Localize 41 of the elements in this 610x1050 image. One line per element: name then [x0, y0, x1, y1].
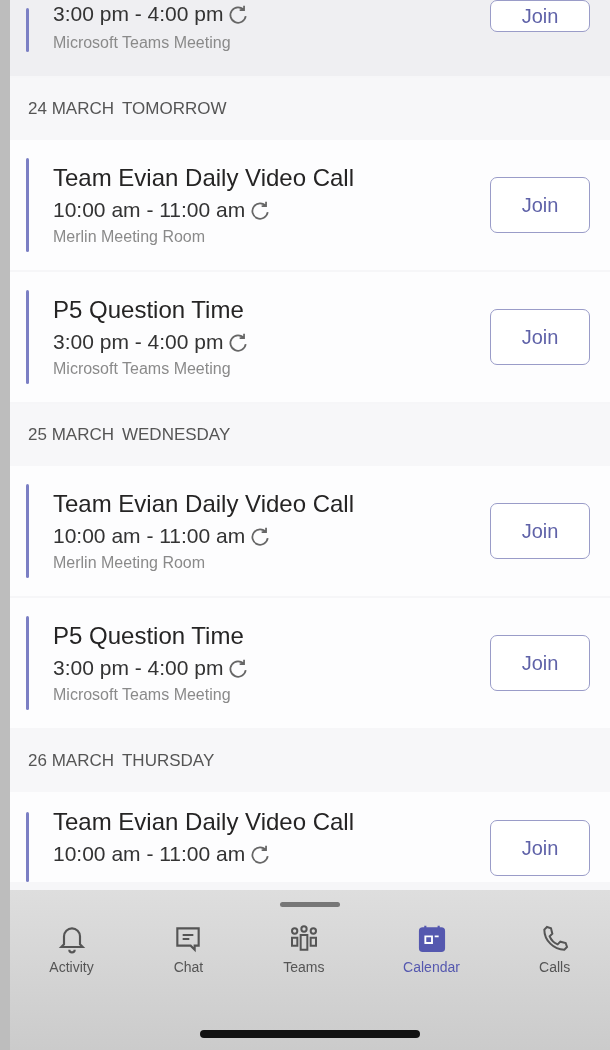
date-header: 25 MARCH — [28, 425, 114, 445]
tab[interactable]: Teams — [283, 923, 325, 975]
tab[interactable]: Calendar — [403, 923, 460, 975]
event-title: Team Evian Daily Video Call — [53, 490, 356, 518]
join-button[interactable]: Join — [490, 635, 590, 691]
event-title: Team Evian Daily Video Call — [53, 164, 356, 192]
event-location: Merlin Meeting Room — [53, 554, 207, 572]
date-header: 26 MARCH — [28, 751, 114, 771]
event-card[interactable]: Team Evian Daily Video Call 10:00 am - 11:00 am Join — [10, 792, 610, 882]
event-card[interactable]: P5 Question Time 3:00 pm - 4:00 pm Microsoft Teams Meeting Join — [10, 272, 610, 402]
join-button[interactable]: Join — [490, 503, 590, 559]
tab[interactable]: Activity — [49, 923, 94, 975]
event-card[interactable]: Team Evian Daily Video Call 10:00 am - 11:00 am Merlin Meeting Room Join — [10, 140, 610, 270]
event-time: 10:00 am - 11:00 am — [53, 198, 246, 222]
event-card[interactable]: 3:00 pm - 4:00 pm Microsoft Teams Meeting Join — [10, 0, 610, 76]
event-location: Microsoft Teams Meeting — [53, 360, 232, 378]
event-card[interactable]: P5 Question Time 3:00 pm - 4:00 pm Microsoft Teams Meeting Join — [10, 598, 610, 728]
drag-handle[interactable] — [280, 902, 340, 907]
event-title: P5 Question Time — [53, 622, 245, 650]
event-location: Microsoft Teams Meeting — [53, 686, 232, 704]
event-location: Merlin Meeting Room — [53, 228, 207, 246]
day-label: THURSDAY — [121, 751, 215, 771]
event-time: 10:00 am - 11:00 am — [53, 524, 246, 548]
event-title: P5 Question Time — [53, 296, 245, 324]
event-time: 3:00 pm - 4:00 pm — [53, 2, 224, 26]
event-time: 3:00 pm - 4:00 pm — [53, 330, 224, 354]
join-button[interactable]: Join — [490, 820, 590, 876]
event-card[interactable]: Team Evian Daily Video Call 10:00 am - 11:00 am Merlin Meeting Room Join — [10, 466, 610, 596]
event-title: Team Evian Daily Video Call — [53, 808, 356, 836]
event-time: 10:00 am - 11:00 am — [53, 842, 246, 866]
event-location: Microsoft Teams Meeting — [53, 34, 232, 52]
join-button[interactable]: Join — [490, 177, 590, 233]
home-indicator[interactable] — [200, 1030, 420, 1038]
join-button[interactable]: Join — [490, 0, 590, 32]
date-header: 24 MARCH — [28, 99, 114, 119]
join-button[interactable]: Join — [490, 309, 590, 365]
day-label: WEDNESDAY — [121, 425, 231, 445]
event-time: 3:00 pm - 4:00 pm — [53, 656, 224, 680]
tab[interactable]: Calls — [538, 923, 571, 975]
day-label: TOMORROW — [121, 99, 227, 119]
tab[interactable]: Chat — [172, 923, 205, 975]
